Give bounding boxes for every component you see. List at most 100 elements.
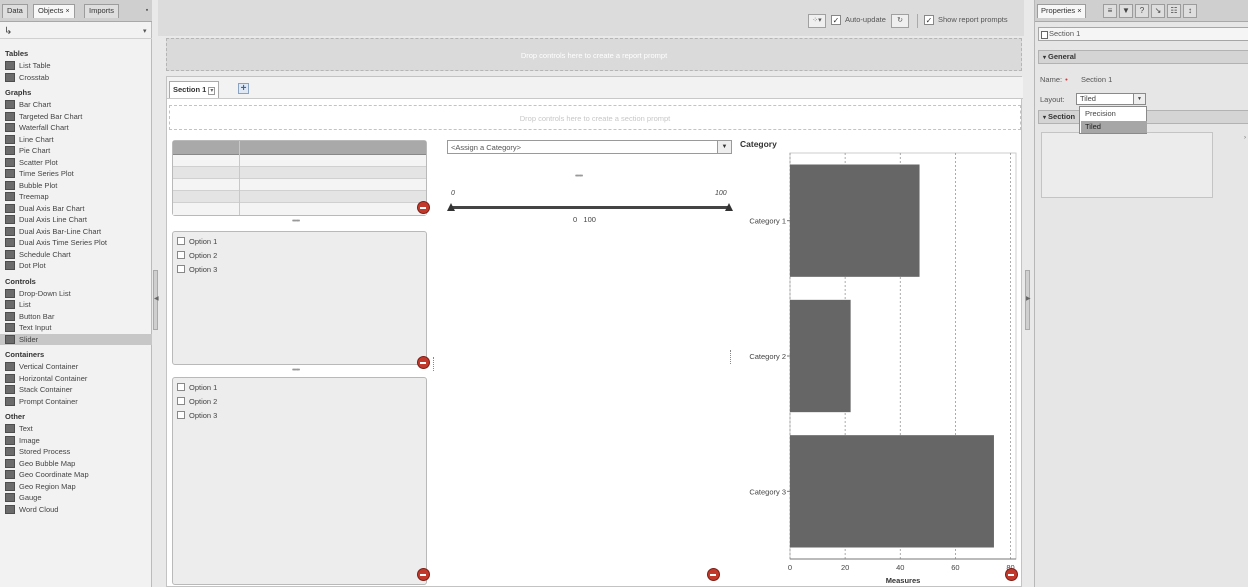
remove-checkbox-list-1-icon[interactable] bbox=[417, 356, 430, 369]
resize-grip[interactable]: ••••• bbox=[292, 218, 300, 225]
section-prompt-drop-zone[interactable]: Drop controls here to create a section p… bbox=[169, 105, 1021, 130]
ranks-icon[interactable]: ? bbox=[1135, 4, 1149, 18]
report-prompt-drop-text: Drop controls here to create a report pr… bbox=[520, 51, 668, 60]
object-item[interactable]: Targeted Bar Chart bbox=[0, 111, 152, 123]
new-object-icon[interactable]: ↳ bbox=[4, 26, 12, 37]
checkbox[interactable] bbox=[177, 251, 185, 259]
checkbox[interactable] bbox=[177, 397, 185, 405]
list-table[interactable] bbox=[172, 140, 427, 216]
tab-data[interactable]: Data bbox=[2, 4, 28, 18]
checkbox[interactable] bbox=[177, 237, 185, 245]
collapse-right-icon[interactable]: ▶ bbox=[1026, 295, 1031, 302]
object-item[interactable]: Geo Coordinate Map bbox=[0, 469, 152, 481]
tab-menu-icon[interactable]: ▾ bbox=[208, 87, 216, 95]
object-item[interactable]: Scatter Plot bbox=[0, 157, 152, 169]
interactions-icon[interactable]: ↘ bbox=[1151, 4, 1165, 18]
layout-option-tiled[interactable]: Tiled bbox=[1081, 121, 1147, 133]
layout-option-precision[interactable]: Precision bbox=[1081, 108, 1147, 120]
checkbox[interactable] bbox=[177, 411, 185, 419]
resize-grip[interactable]: ••••• bbox=[575, 173, 583, 180]
rules-icon[interactable]: ☷ bbox=[1167, 4, 1181, 18]
object-item[interactable]: Dot Plot bbox=[0, 260, 152, 272]
object-item[interactable]: Vertical Container bbox=[0, 361, 152, 373]
tab-section-1[interactable]: Section 1 ▾ bbox=[169, 81, 220, 98]
object-item[interactable]: Treemap bbox=[0, 191, 152, 203]
show-prompts-checkbox[interactable]: ✓ bbox=[924, 15, 934, 25]
object-item[interactable]: Crosstab bbox=[0, 72, 152, 84]
object-item[interactable]: Dual Axis Line Chart bbox=[0, 214, 152, 226]
object-item[interactable]: Geo Region Map bbox=[0, 481, 152, 493]
object-item[interactable]: Drop-Down List bbox=[0, 288, 152, 300]
slider-track[interactable] bbox=[451, 206, 729, 209]
resize-grip[interactable] bbox=[730, 350, 732, 364]
remove-table-icon[interactable] bbox=[417, 201, 430, 214]
object-item[interactable]: Word Cloud bbox=[0, 504, 152, 516]
chevron-down-icon[interactable]: ▾ bbox=[143, 27, 147, 35]
refresh-button[interactable]: ↻ bbox=[891, 14, 909, 28]
general-section-header[interactable]: ▾ General bbox=[1038, 50, 1248, 64]
object-item[interactable]: Waterfall Chart bbox=[0, 122, 152, 134]
object-item[interactable]: Gauge bbox=[0, 492, 152, 504]
slider-max-thumb[interactable] bbox=[725, 203, 733, 211]
resize-grip[interactable]: ••••• bbox=[292, 367, 300, 374]
report-prompt-drop-zone[interactable]: Drop controls here to create a report pr… bbox=[166, 38, 1022, 71]
chevron-down-icon[interactable]: ▼ bbox=[717, 141, 731, 153]
name-field[interactable]: Section 1 bbox=[1081, 75, 1112, 84]
panel-menu-icon[interactable]: ▪ bbox=[142, 4, 152, 18]
checkbox-item[interactable]: Option 2 bbox=[177, 394, 217, 408]
slider-min-thumb[interactable] bbox=[447, 203, 455, 211]
auto-update-checkbox[interactable]: ✓ bbox=[831, 15, 841, 25]
object-item[interactable]: Dual Axis Time Series Plot bbox=[0, 237, 152, 249]
object-item[interactable]: Stack Container bbox=[0, 384, 152, 396]
layout-options-button[interactable]: ⁘▾ bbox=[808, 14, 826, 28]
close-icon[interactable]: × bbox=[65, 8, 69, 15]
object-item[interactable]: Prompt Container bbox=[0, 396, 152, 408]
object-item[interactable]: Pie Chart bbox=[0, 145, 152, 157]
object-item[interactable]: Schedule Chart bbox=[0, 249, 152, 261]
object-item-label: Horizontal Container bbox=[19, 373, 88, 383]
resize-grip[interactable] bbox=[433, 357, 435, 371]
object-item[interactable]: Time Series Plot bbox=[0, 168, 152, 180]
checkbox-item[interactable]: Option 3 bbox=[177, 262, 217, 276]
close-icon[interactable]: × bbox=[1077, 6, 1081, 15]
tab-properties[interactable]: Properties × bbox=[1037, 4, 1086, 18]
tab-objects[interactable]: Objects × bbox=[33, 4, 75, 18]
tab-imports[interactable]: Imports bbox=[84, 4, 120, 18]
remove-checkbox-list-2-icon[interactable] bbox=[417, 568, 430, 581]
object-item[interactable]: List bbox=[0, 299, 152, 311]
object-item[interactable]: Text Input bbox=[0, 322, 152, 334]
chevron-down-icon[interactable]: ▼ bbox=[1133, 94, 1145, 104]
add-section-button[interactable]: + bbox=[238, 83, 249, 94]
checkbox-item[interactable]: Option 1 bbox=[177, 380, 217, 394]
checkbox-item[interactable]: Option 3 bbox=[177, 408, 217, 422]
object-item[interactable]: Dual Axis Bar Chart bbox=[0, 203, 152, 215]
object-selector[interactable]: Section 1 bbox=[1038, 27, 1248, 41]
checkbox[interactable] bbox=[177, 383, 185, 391]
object-item[interactable]: Horizontal Container bbox=[0, 373, 152, 385]
object-item[interactable]: Stored Process bbox=[0, 446, 152, 458]
category-dropdown[interactable]: <Assign a Category> ▼ bbox=[447, 140, 732, 154]
right-splitter[interactable]: ▶ bbox=[1025, 270, 1031, 330]
object-item[interactable]: Button Bar bbox=[0, 311, 152, 323]
objects-toolbar: ↳ ▾ bbox=[0, 24, 152, 39]
object-item[interactable]: Dual Axis Bar-Line Chart bbox=[0, 226, 152, 238]
object-item[interactable]: Image bbox=[0, 435, 152, 447]
checkbox-item[interactable]: Option 2 bbox=[177, 248, 217, 262]
styles-icon[interactable]: ≡ bbox=[1103, 4, 1117, 18]
checkbox[interactable] bbox=[177, 265, 185, 273]
object-item[interactable]: Bubble Plot bbox=[0, 180, 152, 192]
remove-slider-icon[interactable] bbox=[707, 568, 720, 581]
bar-chart[interactable]: 020406080CategoryMeasuresCategory 1Categ… bbox=[733, 139, 1023, 587]
layout-select[interactable]: Tiled ▼ bbox=[1076, 93, 1146, 105]
object-item[interactable]: Geo Bubble Map bbox=[0, 458, 152, 470]
checkbox-item[interactable]: Option 1 bbox=[177, 234, 217, 248]
object-item[interactable]: Text bbox=[0, 423, 152, 435]
object-item[interactable]: List Table bbox=[0, 60, 152, 72]
sort-icon[interactable]: ↕ bbox=[1183, 4, 1197, 18]
object-item[interactable]: Line Chart bbox=[0, 134, 152, 146]
object-item[interactable]: Bar Chart bbox=[0, 99, 152, 111]
object-item[interactable]: Slider bbox=[0, 333, 152, 345]
object-item-label: Slider bbox=[19, 334, 39, 344]
filter-icon[interactable]: ▼ bbox=[1119, 4, 1133, 18]
remove-chart-icon[interactable] bbox=[1005, 568, 1018, 581]
